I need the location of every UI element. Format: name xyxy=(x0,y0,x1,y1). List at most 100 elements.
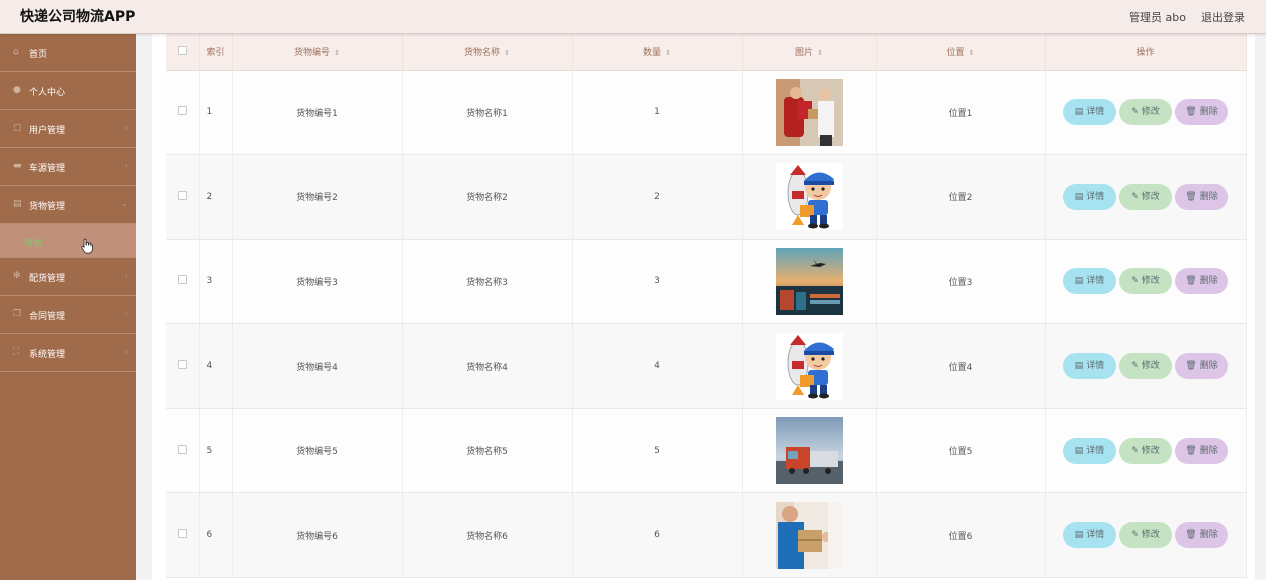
col-header-image[interactable]: 图片 ⇕ xyxy=(742,34,877,71)
select-all-checkbox[interactable] xyxy=(177,45,187,55)
sidebar-item-personal-center[interactable]: ● 个人中心 xyxy=(0,72,136,110)
sidebar-item-distribution-management[interactable]: ✻ 配货管理 › xyxy=(0,258,136,296)
cell-location: 位置4 xyxy=(876,323,1046,409)
detail-button[interactable]: ▤ 详情 xyxy=(1063,268,1116,295)
col-header-location[interactable]: 位置 ⇕ xyxy=(876,34,1046,71)
detail-button[interactable]: ▤ 详情 xyxy=(1063,437,1116,464)
cell-goods-code: 货物编号4 xyxy=(232,323,403,409)
cell-image xyxy=(742,154,877,240)
goods-image[interactable] xyxy=(775,501,843,569)
table-row: 4 货物编号4 货物名称4 4 位置4 ▤ 详情 ✎ 修改 🗑 删除 xyxy=(166,323,1247,409)
box-icon: ▤ xyxy=(13,199,22,209)
home-icon: ⌂ xyxy=(13,47,19,57)
delete-button[interactable]: 🗑 删除 xyxy=(1175,183,1228,210)
edit-button[interactable]: ✎ 修改 xyxy=(1119,437,1172,464)
cell-location: 位置1 xyxy=(876,70,1046,156)
hand-cursor-icon xyxy=(81,238,93,254)
sidebar-subitem-goods[interactable]: 货物 xyxy=(0,224,136,258)
col-header-quantity[interactable]: 数量 ⇕ xyxy=(572,34,743,71)
cell-location: 位置6 xyxy=(876,492,1046,579)
detail-button[interactable]: ▤ 详情 xyxy=(1063,99,1116,126)
pencil-icon: ✎ xyxy=(1131,191,1139,202)
delete-button-label: 删除 xyxy=(1199,445,1218,456)
goods-image[interactable] xyxy=(775,417,843,485)
cell-quantity: 1 xyxy=(572,70,743,156)
row-select-cell xyxy=(166,154,200,240)
sidebar-item-label: 车源管理 xyxy=(29,164,66,174)
sidebar-item-contract-management[interactable]: ❐ 合同管理 › xyxy=(0,296,136,334)
trash-icon: 🗑 xyxy=(1185,191,1197,202)
pencil-icon: ✎ xyxy=(1131,530,1139,541)
col-header-name[interactable]: 货物名称 ⇕ xyxy=(402,34,573,71)
delete-button[interactable]: 🗑 删除 xyxy=(1175,522,1228,549)
cell-index: 5 xyxy=(199,408,233,494)
col-header-label: 图片 xyxy=(795,48,814,59)
sidebar-item-goods-management[interactable]: ▤ 货物管理 ⌄ xyxy=(0,186,136,224)
delete-button[interactable]: 🗑 删除 xyxy=(1175,99,1228,126)
table-row: 6 货物编号6 货物名称6 6 位置6 ▤ 详情 ✎ 修改 🗑 删除 xyxy=(166,492,1247,579)
col-header-label: 货物编号 xyxy=(294,48,331,59)
sort-icon[interactable]: ⇕ xyxy=(969,49,975,57)
detail-button-label: 详情 xyxy=(1086,276,1105,287)
row-checkbox[interactable] xyxy=(177,106,187,116)
edit-button[interactable]: ✎ 修改 xyxy=(1119,99,1172,126)
delete-button[interactable]: 🗑 删除 xyxy=(1175,353,1228,380)
row-checkbox[interactable] xyxy=(177,275,187,285)
sidebar-item-system-management[interactable]: ⛶ 系统管理 › xyxy=(0,334,136,372)
sort-icon[interactable]: ⇕ xyxy=(665,49,671,57)
row-checkbox[interactable] xyxy=(177,529,187,539)
sidebar-item-label: 个人中心 xyxy=(29,88,66,98)
cell-goods-code: 货物编号3 xyxy=(232,239,403,325)
sidebar: ⌂ 首页 ● 个人中心 ▢ 用户管理 › ▬ 车源管理 › ▤ 货物管理 ⌄ 货… xyxy=(0,34,136,580)
cell-goods-name: 货物名称2 xyxy=(402,154,573,240)
logout-link[interactable]: 退出登录 xyxy=(1201,9,1245,25)
sort-icon[interactable]: ⇕ xyxy=(817,49,823,57)
pencil-icon: ✎ xyxy=(1131,276,1139,287)
app-title: 快递公司物流APP xyxy=(20,9,136,25)
cell-quantity: 3 xyxy=(572,239,743,325)
edit-button[interactable]: ✎ 修改 xyxy=(1119,522,1172,549)
trash-icon: 🗑 xyxy=(1185,107,1197,118)
sidebar-item-user-management[interactable]: ▢ 用户管理 › xyxy=(0,110,136,148)
cell-index: 1 xyxy=(199,70,233,156)
col-header-index: 索引 xyxy=(199,34,233,71)
goods-image[interactable] xyxy=(775,247,843,315)
edit-button-label: 修改 xyxy=(1141,276,1160,287)
cell-goods-code: 货物编号1 xyxy=(232,70,403,156)
edit-button-label: 修改 xyxy=(1141,191,1160,202)
cell-location: 位置5 xyxy=(876,408,1046,494)
col-header-code[interactable]: 货物编号 ⇕ xyxy=(232,34,403,71)
cell-image xyxy=(742,408,877,494)
table-row: 1 货物编号1 货物名称1 1 位置1 ▤ 详情 ✎ 修改 🗑 删除 xyxy=(166,70,1247,156)
goods-image[interactable] xyxy=(775,163,843,231)
delete-button[interactable]: 🗑 删除 xyxy=(1175,437,1228,464)
detail-button[interactable]: ▤ 详情 xyxy=(1063,353,1116,380)
goods-image[interactable] xyxy=(775,332,843,400)
chevron-right-icon: › xyxy=(124,347,128,356)
sidebar-item-label: 合同管理 xyxy=(29,312,66,322)
goods-image[interactable] xyxy=(775,78,843,146)
table-header-row: 索引 货物编号 ⇕ 货物名称 ⇕ 数量 ⇕ 图片 ⇕ 位置 ⇕ 操作 xyxy=(166,34,1247,71)
gear-icon: ✻ xyxy=(13,271,21,281)
edit-button[interactable]: ✎ 修改 xyxy=(1119,353,1172,380)
detail-button-label: 详情 xyxy=(1086,191,1105,202)
edit-button-label: 修改 xyxy=(1141,445,1160,456)
sort-icon[interactable]: ⇕ xyxy=(334,49,340,57)
delete-button[interactable]: 🗑 删除 xyxy=(1175,268,1228,295)
sidebar-item-vehicle-management[interactable]: ▬ 车源管理 › xyxy=(0,148,136,186)
row-checkbox[interactable] xyxy=(177,360,187,370)
document-icon: ▤ xyxy=(1074,276,1084,287)
main-content: 索引 货物编号 ⇕ 货物名称 ⇕ 数量 ⇕ 图片 ⇕ 位置 ⇕ 操作 1 货物编号1 货物名称… xyxy=(152,34,1255,580)
sidebar-item-home[interactable]: ⌂ 首页 xyxy=(0,34,136,72)
col-header-label: 位置 xyxy=(946,48,965,59)
goods-table: 索引 货物编号 ⇕ 货物名称 ⇕ 数量 ⇕ 图片 ⇕ 位置 ⇕ 操作 1 货物编号1 货物名称… xyxy=(166,34,1247,579)
sort-icon[interactable]: ⇕ xyxy=(504,49,510,57)
table-row: 5 货物编号5 货物名称5 5 位置5 ▤ 详情 ✎ 修改 🗑 删除 xyxy=(166,408,1247,494)
col-header-label: 数量 xyxy=(643,48,662,59)
detail-button[interactable]: ▤ 详情 xyxy=(1063,522,1116,549)
edit-button[interactable]: ✎ 修改 xyxy=(1119,183,1172,210)
detail-button[interactable]: ▤ 详情 xyxy=(1063,183,1116,210)
row-checkbox[interactable] xyxy=(177,190,187,200)
row-checkbox[interactable] xyxy=(177,444,187,454)
edit-button[interactable]: ✎ 修改 xyxy=(1119,268,1172,295)
